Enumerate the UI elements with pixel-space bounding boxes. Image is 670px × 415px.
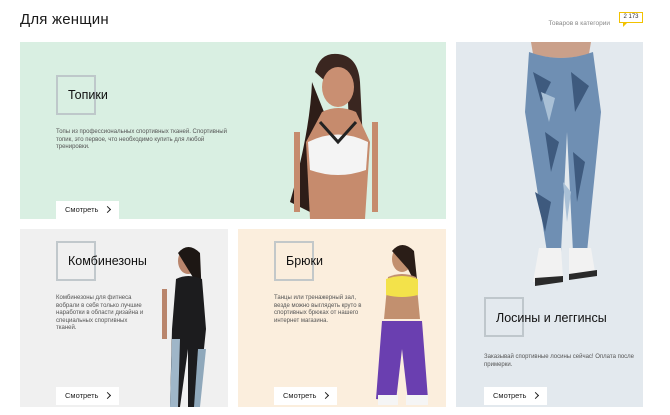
chevron-right-icon bbox=[103, 205, 112, 214]
view-button-tops[interactable]: Смотреть bbox=[56, 201, 119, 219]
category-description-overalls: Комбинезоны для фитнеса вобрали в себя т… bbox=[56, 295, 144, 331]
model-image-tops bbox=[290, 53, 378, 219]
category-description-leggings: Заказывай спортивные лосины сейчас! Опла… bbox=[484, 354, 634, 368]
model-image-overalls bbox=[162, 247, 206, 407]
model-image-leggings bbox=[525, 42, 601, 286]
view-button-pants[interactable]: Смотреть bbox=[274, 387, 337, 405]
model-image-pants bbox=[376, 245, 428, 405]
chevron-right-icon bbox=[321, 391, 330, 400]
product-count-label: Товаров в категории bbox=[548, 20, 610, 27]
category-card-pants[interactable]: Брюки Танцы или тренажерный зал, везде м… bbox=[238, 229, 446, 407]
category-description-tops: Топы из профессиональных спортивных ткан… bbox=[56, 129, 227, 150]
page-title: Для женщин bbox=[20, 11, 109, 28]
category-title-tops: Топики bbox=[68, 88, 108, 102]
category-title-leggings: Лосины и леггинсы bbox=[496, 311, 607, 325]
chevron-right-icon bbox=[531, 391, 540, 400]
view-button-label: Смотреть bbox=[283, 391, 317, 400]
chevron-right-icon bbox=[103, 391, 112, 400]
view-button-label: Смотреть bbox=[493, 391, 527, 400]
category-title-pants: Брюки bbox=[286, 254, 323, 268]
category-card-overalls[interactable]: Комбинезоны Комбинезоны для фитнеса вобр… bbox=[20, 229, 228, 407]
category-card-tops[interactable]: Топики Топы из профессиональных спортивн… bbox=[20, 42, 446, 219]
view-button-label: Смотреть bbox=[65, 205, 99, 214]
view-button-leggings[interactable]: Смотреть bbox=[484, 387, 547, 405]
category-card-leggings[interactable]: Лосины и леггинсы Заказывай спортивные л… bbox=[456, 42, 643, 407]
category-title-overalls: Комбинезоны bbox=[68, 254, 147, 268]
view-button-label: Смотреть bbox=[65, 391, 99, 400]
view-button-overalls[interactable]: Смотреть bbox=[56, 387, 119, 405]
category-description-pants: Танцы или тренажерный зал, везде можно в… bbox=[274, 295, 362, 324]
product-count-badge: 2 173 bbox=[619, 12, 643, 27]
